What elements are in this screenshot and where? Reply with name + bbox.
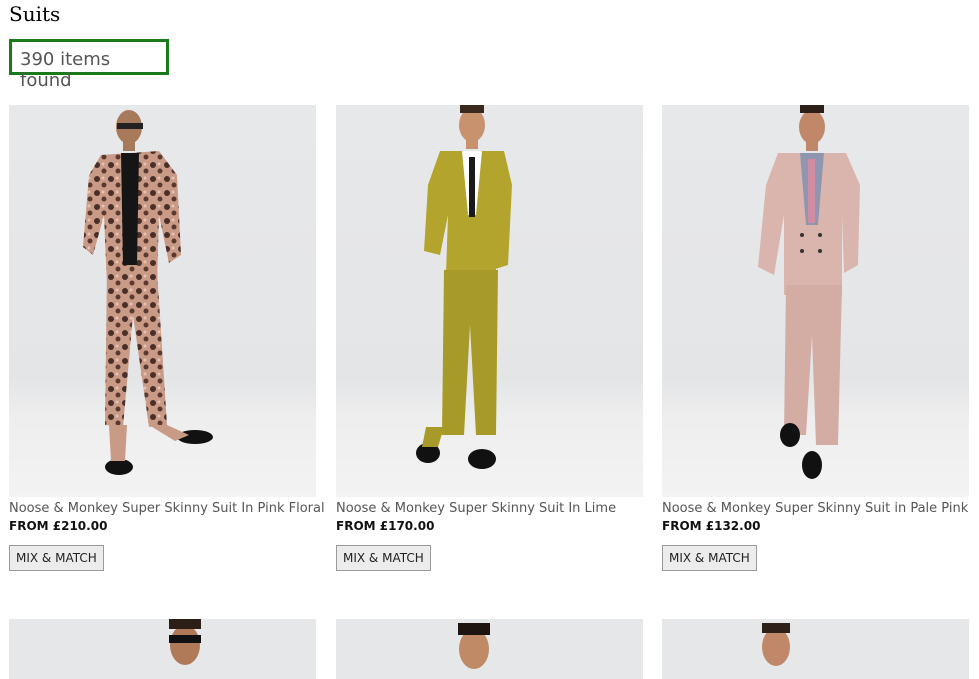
product-name[interactable]: Noose & Monkey Super Skinny Suit In Pink… <box>9 501 325 516</box>
page-title: Suits <box>9 2 61 26</box>
product-image[interactable] <box>9 105 316 497</box>
product-price: FROM £170.00 <box>336 519 435 533</box>
mix-match-button[interactable]: MIX & MATCH <box>336 545 431 571</box>
product-image[interactable] <box>662 619 969 679</box>
product-image[interactable] <box>9 619 316 679</box>
product-image[interactable] <box>336 105 643 497</box>
results-count: 390 items found <box>20 49 111 91</box>
mix-match-button[interactable]: MIX & MATCH <box>662 545 757 571</box>
model-figure-partial <box>169 619 201 665</box>
results-count-box: 390 items found <box>9 39 169 91</box>
product-price: FROM £132.00 <box>662 519 761 533</box>
model-figure-pale-pink <box>758 105 860 479</box>
model-figure-partial <box>458 623 490 669</box>
product-price: FROM £210.00 <box>9 519 108 533</box>
model-figure-floral <box>83 110 213 475</box>
mix-match-button[interactable]: MIX & MATCH <box>9 545 104 571</box>
product-image[interactable] <box>662 105 969 497</box>
model-figure-partial <box>762 623 790 666</box>
product-image[interactable] <box>336 619 643 679</box>
model-figure-lime <box>416 105 512 469</box>
product-name[interactable]: Noose & Monkey Super Skinny Suit in Pale… <box>662 501 968 516</box>
product-name[interactable]: Noose & Monkey Super Skinny Suit In Lime <box>336 501 616 516</box>
